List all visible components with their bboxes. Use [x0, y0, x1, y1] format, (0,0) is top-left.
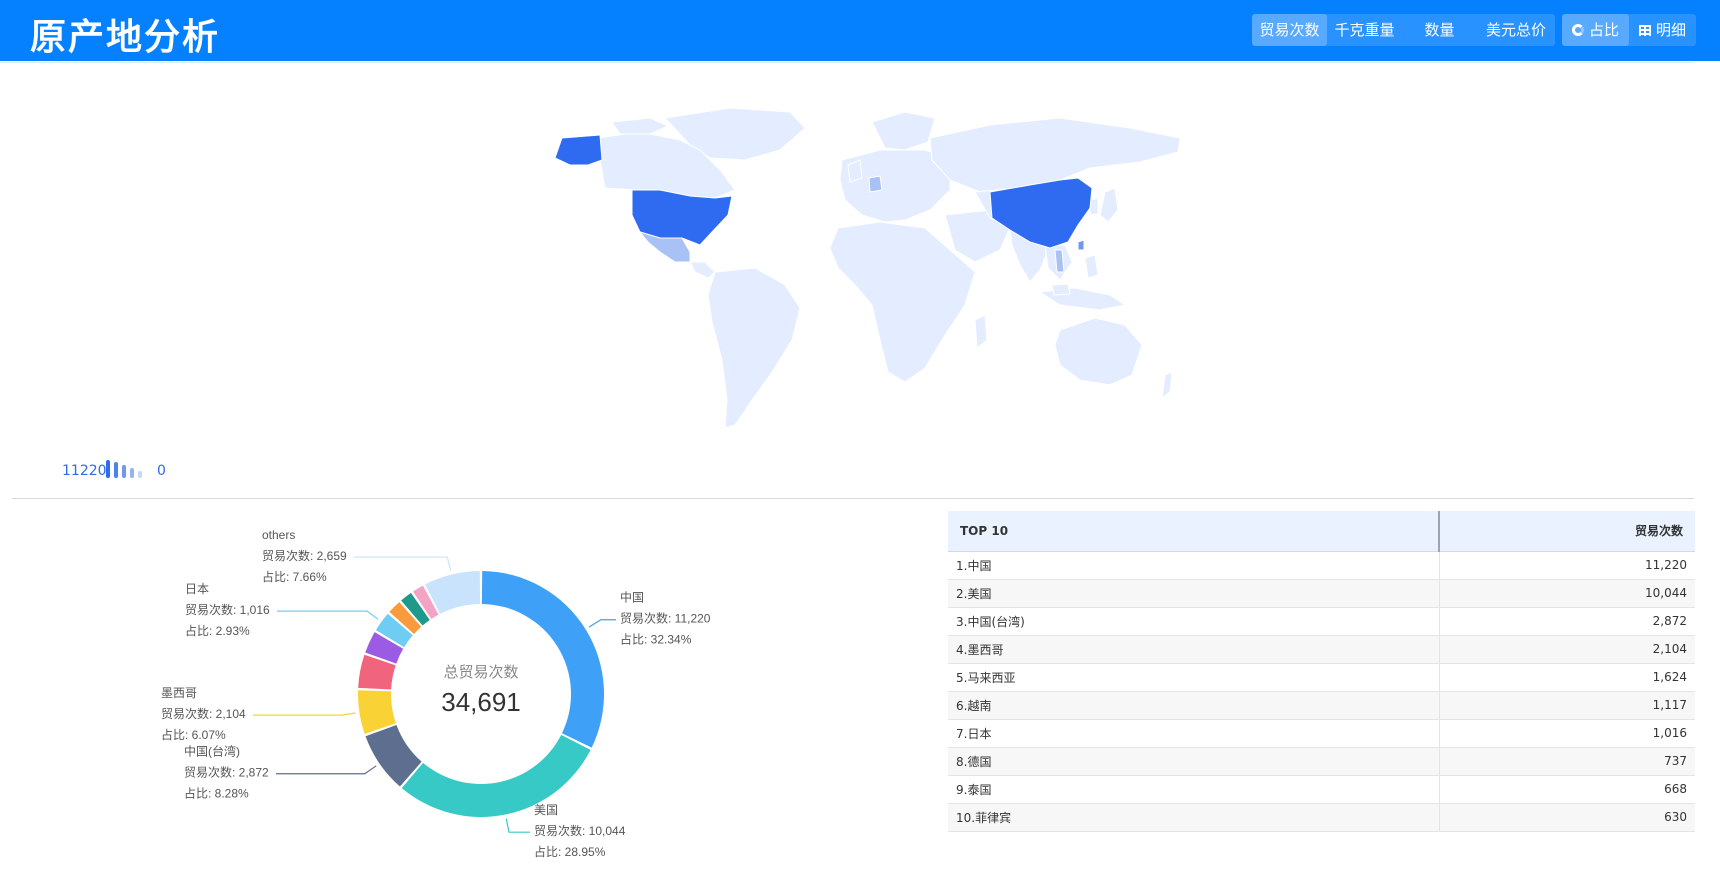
table-cell-value: 1,624 [1438, 663, 1695, 692]
table-cell-name: 3.中国(台湾) [948, 607, 1439, 636]
view-share-button[interactable]: 占比 [1562, 14, 1630, 46]
table-cell-value: 2,872 [1438, 607, 1695, 636]
table-cell-value: 1,117 [1438, 691, 1695, 720]
table-header-name[interactable]: TOP 10 [948, 511, 1439, 552]
view-detail-label: 明细 [1656, 21, 1687, 39]
region-arctic-islands[interactable] [611, 117, 670, 135]
region-japan[interactable] [1099, 187, 1119, 223]
metric-weight-button[interactable]: 千克重量 [1327, 14, 1402, 46]
table-row[interactable]: 10.菲律宾 630 [948, 803, 1695, 832]
table-row[interactable]: 9.泰国 668 [948, 775, 1695, 804]
region-africa[interactable] [829, 221, 976, 383]
region-taiwan[interactable] [1077, 239, 1085, 251]
table-row[interactable]: 1.中国 11,220 [948, 551, 1695, 580]
table-cell-value: 1,016 [1438, 719, 1695, 748]
region-madagascar[interactable] [974, 314, 988, 349]
donut-label-share: 占比: 6.07% [161, 727, 226, 742]
donut-label-name: 中国 [620, 590, 644, 605]
donut-leader-line [505, 818, 530, 833]
donut-label-share: 占比: 32.34% [620, 632, 692, 647]
table-cell-name: 1.中国 [948, 551, 1439, 580]
table-row[interactable]: 8.德国 737 [948, 747, 1695, 776]
donut-label-value: 贸易次数: 2,104 [161, 706, 246, 721]
donut-label-share: 占比: 2.93% [185, 623, 250, 638]
table-cell-value: 2,104 [1438, 635, 1695, 664]
region-new-zealand[interactable] [1161, 371, 1173, 400]
table-cell-value: 11,220 [1438, 551, 1695, 580]
donut-slice-中国[interactable] [481, 571, 604, 748]
donut-label-value: 贸易次数: 11,220 [620, 611, 711, 626]
donut-leader-line [276, 765, 377, 775]
map-legend-max: 11220 [62, 463, 107, 479]
region-alaska[interactable] [554, 134, 603, 166]
donut-leader-line [588, 619, 616, 628]
region-germany[interactable] [868, 175, 883, 193]
region-malaysia[interactable] [1051, 283, 1071, 296]
table-header-value[interactable]: 贸易次数 [1438, 511, 1695, 552]
table-cell-name: 2.美国 [948, 579, 1439, 608]
metric-usd-total-button[interactable]: 美元总价 [1477, 14, 1555, 46]
donut-label-value: 贸易次数: 2,659 [262, 548, 347, 563]
region-south-america[interactable] [707, 267, 801, 429]
donut-label-name: others [262, 528, 295, 542]
donut-center-label: 总贸易次数 [443, 664, 518, 681]
donut-leader-line [277, 610, 379, 620]
trade-share-donut-chart: 中国贸易次数: 11,220 占比: 32.34% 美国贸易次数: 10,044 占比… [161, 528, 711, 859]
table-row[interactable]: 7.日本 1,016 [948, 719, 1695, 748]
donut-center-total: 34,691 [441, 687, 521, 717]
table-cell-name: 6.越南 [948, 691, 1439, 720]
table-row[interactable]: 5.马来西亚 1,624 [948, 663, 1695, 692]
donut-label-name: 中国(台湾) [184, 744, 240, 759]
map-legend-scale[interactable] [106, 460, 142, 478]
table-cell-value: 668 [1438, 775, 1695, 804]
donut-label-name: 日本 [185, 582, 209, 596]
page-title: 原产地分析 [30, 17, 221, 58]
region-indonesia[interactable] [1038, 287, 1127, 311]
table-cell-name: 4.墨西哥 [948, 635, 1439, 664]
table-cell-name: 9.泰国 [948, 775, 1439, 804]
donut-label-value: 贸易次数: 2,872 [184, 765, 269, 780]
view-switcher: 占比 明细 [1562, 14, 1697, 46]
view-detail-button[interactable]: 明细 [1629, 14, 1696, 46]
donut-label-value: 贸易次数: 1,016 [185, 602, 270, 617]
metric-switcher: 贸易次数 千克重量 数量 美元总价 [1252, 14, 1555, 46]
table-cell-name: 7.日本 [948, 719, 1439, 748]
donut-label-name: 美国 [534, 803, 558, 817]
region-philippines[interactable] [1084, 254, 1099, 279]
table-icon [1639, 24, 1652, 36]
donut-label-share: 占比: 7.66% [262, 569, 327, 584]
world-map [554, 107, 1181, 429]
donut-label-share: 占比: 28.95% [534, 844, 606, 859]
pie-chart-icon [1572, 24, 1584, 36]
table-cell-value: 630 [1438, 803, 1695, 832]
metric-trade-count-button[interactable]: 贸易次数 [1252, 14, 1327, 46]
table-cell-name: 8.德国 [948, 747, 1439, 776]
table-cell-value: 737 [1438, 747, 1695, 776]
region-vietnam[interactable] [1054, 249, 1065, 273]
region-scandinavia[interactable] [871, 111, 936, 151]
donut-label-name: 墨西哥 [161, 686, 197, 700]
donut-leader-line [253, 712, 356, 716]
region-central-america[interactable] [689, 261, 716, 279]
table-row[interactable]: 3.中国(台湾) 2,872 [948, 607, 1695, 636]
region-australia[interactable] [1054, 317, 1143, 386]
metric-quantity-button[interactable]: 数量 [1402, 14, 1477, 46]
page-header: 原产地分析 贸易次数 千克重量 数量 美元总价 占比 明细 [0, 0, 1720, 61]
table-row[interactable]: 4.墨西哥 2,104 [948, 635, 1695, 664]
donut-slice-美国[interactable] [401, 734, 591, 817]
table-cell-name: 5.马来西亚 [948, 663, 1439, 692]
table-header-row: TOP 10 贸易次数 [948, 511, 1695, 552]
donut-leader-line [354, 556, 452, 571]
donut-label-value: 贸易次数: 10,044 [534, 823, 626, 838]
map-legend-min: 0 [157, 463, 166, 479]
table-cell-value: 10,044 [1438, 579, 1695, 608]
table-row[interactable]: 6.越南 1,117 [948, 691, 1695, 720]
top10-table: TOP 10 贸易次数 1.中国 11,220 2.美国 10,044 3.中国(台湾)… [948, 511, 1695, 832]
table-row[interactable]: 2.美国 10,044 [948, 579, 1695, 608]
table-cell-name: 10.菲律宾 [948, 803, 1439, 832]
view-share-label: 占比 [1589, 21, 1620, 39]
donut-label-share: 占比: 8.28% [184, 786, 249, 801]
section-divider [12, 498, 1694, 499]
